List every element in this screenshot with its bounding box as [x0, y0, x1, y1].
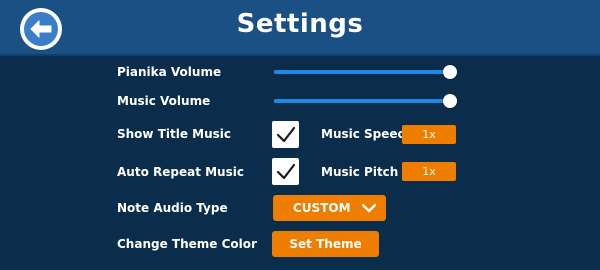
music-pitch-button[interactable]: 1x — [402, 162, 456, 181]
change-theme-color-label: Change Theme Color — [117, 237, 257, 251]
music-volume-label: Music Volume — [117, 94, 211, 108]
music-volume-slider[interactable] — [274, 94, 457, 108]
music-speed-button[interactable]: 1x — [402, 125, 456, 144]
note-audio-type-label: Note Audio Type — [117, 201, 228, 215]
checkmark-icon — [276, 163, 295, 179]
dropdown-selected-value: CUSTOM — [293, 201, 351, 215]
note-audio-type-dropdown[interactable]: CUSTOM — [273, 195, 386, 221]
auto-repeat-music-label: Auto Repeat Music — [117, 165, 244, 179]
pianika-volume-slider[interactable] — [274, 65, 457, 79]
header-bar: Settings — [0, 0, 600, 56]
auto-repeat-music-checkbox[interactable] — [272, 158, 299, 185]
pianika-volume-label: Pianika Volume — [117, 65, 222, 79]
chevron-down-icon — [361, 203, 377, 213]
slider-thumb[interactable] — [443, 65, 457, 79]
show-title-music-checkbox[interactable] — [272, 121, 299, 148]
slider-thumb[interactable] — [443, 94, 457, 108]
music-pitch-label: Music Pitch — [321, 165, 399, 179]
set-theme-button[interactable]: Set Theme — [272, 231, 379, 257]
slider-fill — [274, 70, 450, 74]
slider-fill — [274, 99, 450, 103]
checkmark-icon — [276, 126, 295, 142]
music-speed-label: Music Speed — [321, 127, 407, 141]
page-title: Settings — [236, 9, 364, 39]
show-title-music-label: Show Title Music — [117, 127, 232, 141]
